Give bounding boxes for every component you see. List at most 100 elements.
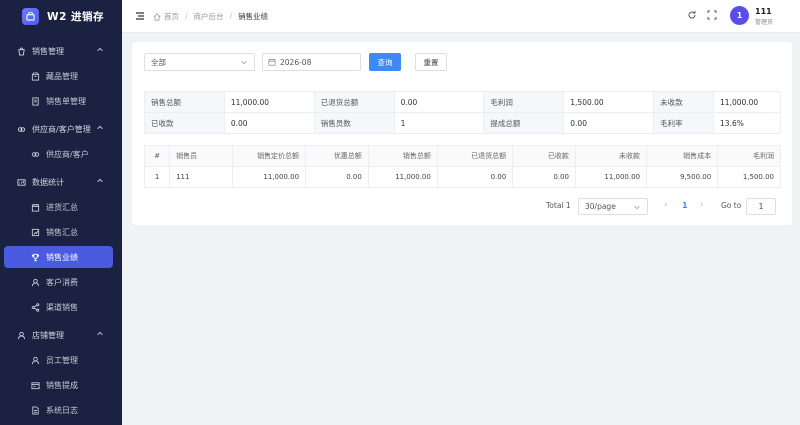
- top-header: 首页 / 商户后台 / 销售业绩 1 111 管理员: [122, 0, 800, 33]
- sidebar-item[interactable]: 销售单管理: [0, 90, 122, 112]
- share-icon: [30, 302, 40, 312]
- sidebar-group-label: 店铺管理: [32, 330, 64, 340]
- breadcrumb-merchant[interactable]: 商户后台: [194, 11, 224, 22]
- summary-label: 毛利润: [483, 91, 565, 113]
- summary-label: 已收款: [144, 112, 225, 134]
- summary-label: 销售总额: [144, 91, 225, 113]
- sidebar-group[interactable]: 店铺管理: [0, 324, 122, 346]
- salesperson-select[interactable]: 全部: [144, 53, 255, 71]
- user-icon: [30, 355, 40, 365]
- sidebar-item-label: 销售单管理: [46, 96, 86, 106]
- sidebar-group[interactable]: 供应商/客户管理: [0, 118, 122, 140]
- header-tools: [687, 10, 717, 20]
- column-header: 已收款: [512, 145, 576, 167]
- sidebar-item-label: 员工管理: [46, 355, 78, 365]
- summary-value: 1,500.00: [563, 91, 655, 113]
- home-icon: [153, 12, 161, 21]
- table-row[interactable]: 1 111 11,000.00 0.00 11,000.00 0.00 0.00 11,000…: [143, 166, 781, 188]
- summary-value: 0.00: [223, 112, 315, 134]
- chevron-down-icon: [634, 205, 640, 210]
- table-cell: 111: [169, 166, 233, 188]
- menu-toggle-icon[interactable]: [135, 11, 145, 21]
- sidebar-item[interactable]: 系统日志: [0, 399, 122, 421]
- page-size-value: 30/page: [585, 202, 616, 211]
- performance-table: # 销售员 销售定价总额 优惠总额 销售总额 已退货总额 已收款 未收款 销售成本 毛利润 1 11…: [143, 145, 781, 188]
- receipt-icon: [30, 96, 40, 106]
- goto-label: Go to: [721, 201, 742, 210]
- table-cell: 0.00: [305, 166, 369, 188]
- summary-label: 提成总额: [483, 112, 565, 134]
- avatar[interactable]: 1: [730, 6, 749, 25]
- summary-row: 已收款 0.00 销售员数 1 提成总额 0.00 毛利率 13.6%: [144, 112, 781, 134]
- chevron-up-icon: [96, 177, 104, 187]
- brand[interactable]: W2 进销存: [0, 0, 122, 33]
- logo-icon: [22, 8, 39, 25]
- column-header: 销售员: [169, 145, 233, 167]
- sidebar-group[interactable]: 销售管理: [0, 40, 122, 62]
- sidebar-item[interactable]: 藏品管理: [0, 65, 122, 87]
- refresh-icon[interactable]: [687, 10, 697, 20]
- summary-value: 0.00: [563, 112, 655, 134]
- fullscreen-icon[interactable]: [707, 10, 717, 20]
- user-name[interactable]: 111: [755, 7, 772, 16]
- summary-value: 0.00: [393, 91, 485, 113]
- pagination-total: Total 1: [546, 201, 571, 210]
- sidebar-item-label: 客户消费: [46, 277, 78, 287]
- summary-value: 11,000.00: [223, 91, 315, 113]
- column-header: 优惠总额: [305, 145, 369, 167]
- table-cell: 1: [143, 166, 171, 188]
- summary-value: 1: [393, 112, 485, 134]
- sidebar-item[interactable]: 销售提成: [0, 374, 122, 396]
- chevron-up-icon: [96, 124, 104, 134]
- sidebar-item-label: 供应商/客户: [46, 149, 89, 159]
- column-header: 销售成本: [646, 145, 719, 167]
- sidebar: W2 进销存 销售管理藏品管理销售单管理供应商/客户管理供应商/客户数据统计进货…: [0, 0, 122, 425]
- sidebar-item[interactable]: 渠道销售: [0, 296, 122, 318]
- sidebar-item-label: 销售业绩: [46, 252, 78, 262]
- table-header-row: # 销售员 销售定价总额 优惠总额 销售总额 已退货总额 已收款 未收款 销售成本 毛利润: [143, 145, 781, 167]
- sidebar-group-label: 数据统计: [32, 177, 64, 187]
- column-header: 毛利润: [717, 145, 781, 167]
- user-icon: [30, 277, 40, 287]
- column-header: 销售定价总额: [232, 145, 307, 167]
- document-icon: [30, 405, 40, 415]
- sidebar-group[interactable]: 数据统计: [0, 171, 122, 193]
- sidebar-group-label: 销售管理: [32, 46, 64, 56]
- chevron-down-icon: [241, 60, 247, 65]
- sidebar-item[interactable]: 销售汇总: [0, 221, 122, 243]
- chart-icon: [16, 177, 26, 187]
- summary-row: 销售总额 11,000.00 已退货总额 0.00 毛利润 1,500.00 未收款 11,0…: [144, 91, 781, 113]
- breadcrumb-home[interactable]: 首页: [164, 11, 179, 22]
- table-cell: 11,000.00: [232, 166, 307, 188]
- breadcrumb-current: 销售业绩: [238, 12, 269, 21]
- breadcrumb-separator: /: [229, 12, 233, 21]
- sidebar-item[interactable]: 供应商/客户: [0, 143, 122, 165]
- current-page[interactable]: 1: [682, 201, 688, 210]
- box-icon: [30, 71, 40, 81]
- table-cell: 11,000.00: [575, 166, 648, 188]
- sidebar-item[interactable]: 销售业绩: [4, 246, 113, 268]
- reset-button[interactable]: 重置: [415, 53, 447, 71]
- goto-input[interactable]: 1: [746, 198, 776, 215]
- shopping-bag-icon: [16, 46, 26, 56]
- chevron-up-icon: [96, 330, 104, 340]
- calendar-icon: [268, 58, 276, 66]
- sidebar-item[interactable]: 员工管理: [0, 349, 122, 371]
- column-header: 销售总额: [368, 145, 438, 167]
- sidebar-item[interactable]: 客户消费: [0, 271, 122, 293]
- table-cell: 0.00: [437, 166, 514, 188]
- sidebar-item-label: 渠道销售: [46, 302, 78, 312]
- prev-page-icon[interactable]: ‹: [664, 200, 668, 210]
- chevron-up-icon: [96, 46, 104, 56]
- summary-label: 已退货总额: [313, 91, 395, 113]
- date-value: 2026-08: [280, 57, 312, 67]
- page-size-select[interactable]: 30/page: [578, 198, 648, 215]
- sidebar-item-label: 销售汇总: [46, 227, 78, 237]
- month-picker[interactable]: 2026-08: [262, 53, 361, 71]
- next-page-icon[interactable]: ›: [700, 200, 704, 210]
- sidebar-item[interactable]: 进货汇总: [0, 196, 122, 218]
- column-header: 未收款: [575, 145, 648, 167]
- breadcrumb: 首页 / 商户后台 / 销售业绩: [153, 11, 268, 22]
- user-role: 管理员: [755, 19, 774, 26]
- query-button[interactable]: 查询: [369, 53, 401, 71]
